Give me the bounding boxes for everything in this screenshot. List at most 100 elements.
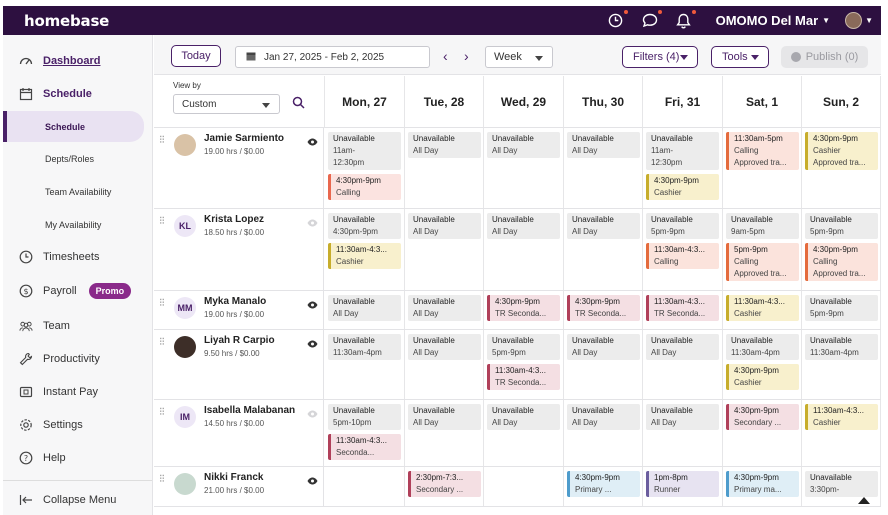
day-cell[interactable]: Unavailable All Day [405, 128, 484, 208]
view-by-select[interactable]: Custom [173, 94, 280, 114]
drag-handle-icon[interactable]: ⁝⁝ [159, 337, 165, 348]
unavailability-block[interactable]: Unavailable 11:30am-4pm [726, 334, 799, 360]
employee-name[interactable]: Nikki Franck [204, 472, 263, 483]
day-cell[interactable] [484, 467, 564, 506]
eye-icon[interactable] [307, 410, 318, 420]
homebase-logo[interactable]: homebase [24, 12, 109, 30]
unavailability-block[interactable]: Unavailable All Day [646, 334, 719, 360]
day-cell[interactable]: Unavailable All Day [564, 128, 643, 208]
unavailability-block[interactable]: Unavailable All Day [567, 132, 640, 158]
prev-week-icon[interactable]: ‹ [443, 48, 448, 64]
eye-icon[interactable] [307, 477, 318, 487]
day-cell[interactable]: Unavailable All Day [405, 330, 484, 399]
unavailability-block[interactable]: Unavailable All Day [408, 132, 481, 158]
shift-block[interactable]: 11:30am-4:3... Seconda... [328, 434, 401, 460]
unavailability-block[interactable]: Unavailable All Day [567, 404, 640, 430]
shift-block[interactable]: 11:30am-4:3... TR Seconda... [487, 364, 560, 390]
day-cell[interactable]: Unavailable All Day [484, 400, 564, 466]
drag-handle-icon[interactable]: ⁝⁝ [159, 474, 165, 485]
day-cell[interactable]: Unavailable 5pm-9pm 11:30am-4:3... TR Secon… [484, 330, 564, 399]
shift-block[interactable]: 4:30pm-9pm Cashier [646, 174, 719, 200]
day-cell[interactable]: Unavailable 5pm-9pm 4:30pm-9pm Calling Appro… [802, 209, 881, 290]
shift-block[interactable]: 5pm-9pm Calling Approved tra... [726, 243, 799, 281]
tools-button[interactable]: Tools [711, 46, 769, 68]
day-cell[interactable]: Unavailable 4:30pm-9pm 11:30am-4:3... Cashi… [325, 209, 405, 290]
chevron-down-icon[interactable]: ▼ [822, 16, 830, 25]
day-cell[interactable]: 11:30am-4:3... Cashier [723, 291, 802, 329]
day-cell[interactable]: 2:30pm-7:3... Secondary ... [405, 467, 484, 506]
day-cell[interactable]: 4:30pm-9pm TR Seconda... [564, 291, 643, 329]
unavailability-block[interactable]: Unavailable 4:30pm-9pm [328, 213, 401, 239]
chevron-down-icon[interactable]: ▼ [865, 16, 873, 25]
employee-name[interactable]: Liyah R Carpio [204, 335, 275, 346]
shift-block[interactable]: 4:30pm-9pm Secondary ... [726, 404, 799, 430]
employee-name[interactable]: Myka Manalo [204, 296, 266, 307]
unavailability-block[interactable]: Unavailable 11am- 12:30pm [328, 132, 401, 170]
sidebar-item-dashboard[interactable]: Dashboard [3, 47, 153, 75]
unavailability-block[interactable]: Unavailable All Day [408, 334, 481, 360]
shift-block[interactable]: 11:30am-4:3... Cashier [328, 243, 401, 269]
day-cell[interactable]: Unavailable All Day [405, 400, 484, 466]
today-button[interactable]: Today [171, 45, 221, 67]
shift-block[interactable]: 11:30am-5pm Calling Approved tra... [726, 132, 799, 170]
unavailability-block[interactable]: Unavailable All Day [567, 213, 640, 239]
eye-icon[interactable] [307, 340, 318, 350]
shift-block[interactable]: 4:30pm-9pm Primary ... [567, 471, 640, 497]
day-cell[interactable]: Unavailable 11:30am-4pm [325, 330, 405, 399]
unavailability-block[interactable]: Unavailable All Day [487, 404, 560, 430]
day-cell[interactable]: 11:30am-5pm Calling Approved tra... [723, 128, 802, 208]
sidebar-item-settings[interactable]: Settings [3, 411, 153, 439]
shift-block[interactable]: 4:30pm-9pm Cashier Approved tra... [805, 132, 878, 170]
org-switcher[interactable]: OMOMO Del Mar [716, 13, 819, 28]
filters-button[interactable]: Filters (4) [622, 46, 698, 68]
sidebar-item-timesheets[interactable]: Timesheets [3, 243, 153, 271]
scroll-up-icon[interactable] [858, 497, 870, 504]
shift-block[interactable]: 11:30am-4:3... Cashier [805, 404, 878, 430]
sidebar-item-payroll[interactable]: $ Payroll Promo [3, 277, 153, 305]
clock-icon[interactable] [608, 9, 628, 29]
employee-name[interactable]: Isabella Malabanan [204, 405, 295, 416]
sidebar-subitem-depts-roles[interactable]: Depts/Roles [3, 145, 144, 173]
shift-block[interactable]: 11:30am-4:3... TR Seconda... [646, 295, 719, 321]
day-cell[interactable]: Unavailable All Day [484, 128, 564, 208]
unavailability-block[interactable]: Unavailable All Day [328, 295, 401, 321]
drag-handle-icon[interactable]: ⁝⁝ [159, 407, 165, 418]
employee-name[interactable]: Krista Lopez [204, 214, 264, 225]
day-cell[interactable]: Unavailable All Day [643, 400, 723, 466]
publish-button[interactable]: Publish (0) [781, 46, 868, 68]
shift-block[interactable]: 4:30pm-9pm Cashier [726, 364, 799, 390]
day-cell[interactable]: Unavailable 5pm-9pm [802, 291, 881, 329]
eye-icon[interactable] [307, 219, 318, 229]
day-cell[interactable]: Unavailable All Day [325, 291, 405, 329]
day-cell[interactable]: 1pm-8pm Runner [643, 467, 723, 506]
unavailability-block[interactable]: Unavailable All Day [646, 404, 719, 430]
day-cell[interactable]: 4:30pm-9pm Secondary ... [723, 400, 802, 466]
drag-handle-icon[interactable]: ⁝⁝ [159, 216, 165, 227]
day-cell[interactable]: Unavailable 11:30am-4pm [802, 330, 881, 399]
eye-icon[interactable] [307, 301, 318, 311]
sidebar-subitem-team-availability[interactable]: Team Availability [3, 178, 144, 206]
day-cell[interactable]: 4:30pm-9pm Primary ma... [723, 467, 802, 506]
day-cell[interactable]: 11:30am-4:3... TR Seconda... [643, 291, 723, 329]
shift-block[interactable]: 4:30pm-9pm Primary ma... [726, 471, 799, 497]
chat-icon[interactable] [642, 9, 662, 29]
shift-block[interactable]: 2:30pm-7:3... Secondary ... [408, 471, 481, 497]
unavailability-block[interactable]: Unavailable All Day [487, 213, 560, 239]
unavailability-block[interactable]: Unavailable 9am-5pm [726, 213, 799, 239]
day-cell[interactable]: 4:30pm-9pm Primary ... [564, 467, 643, 506]
unavailability-block[interactable]: Unavailable All Day [408, 404, 481, 430]
sidebar-item-help[interactable]: ? Help [3, 444, 153, 472]
day-cell[interactable]: 11:30am-4:3... Cashier [802, 400, 881, 466]
shift-block[interactable]: 11:30am-4:3... Calling [646, 243, 719, 269]
promo-badge[interactable]: Promo [88, 283, 132, 299]
day-cell[interactable] [325, 467, 405, 506]
day-cell[interactable]: Unavailable All Day [484, 209, 564, 290]
unavailability-block[interactable]: Unavailable 11:30am-4pm [805, 334, 878, 360]
day-cell[interactable]: Unavailable All Day [405, 291, 484, 329]
day-cell[interactable]: Unavailable 5pm-10pm 11:30am-4:3... Seconda… [325, 400, 405, 466]
day-cell[interactable]: 4:30pm-9pm TR Seconda... [484, 291, 564, 329]
unavailability-block[interactable]: Unavailable All Day [487, 132, 560, 158]
day-cell[interactable]: Unavailable 11am- 12:30pm 4:30pm-9pm Cashier [643, 128, 723, 208]
date-range-picker[interactable]: Jan 27, 2025 - Feb 2, 2025 [235, 46, 430, 68]
day-cell[interactable]: Unavailable All Day [564, 330, 643, 399]
